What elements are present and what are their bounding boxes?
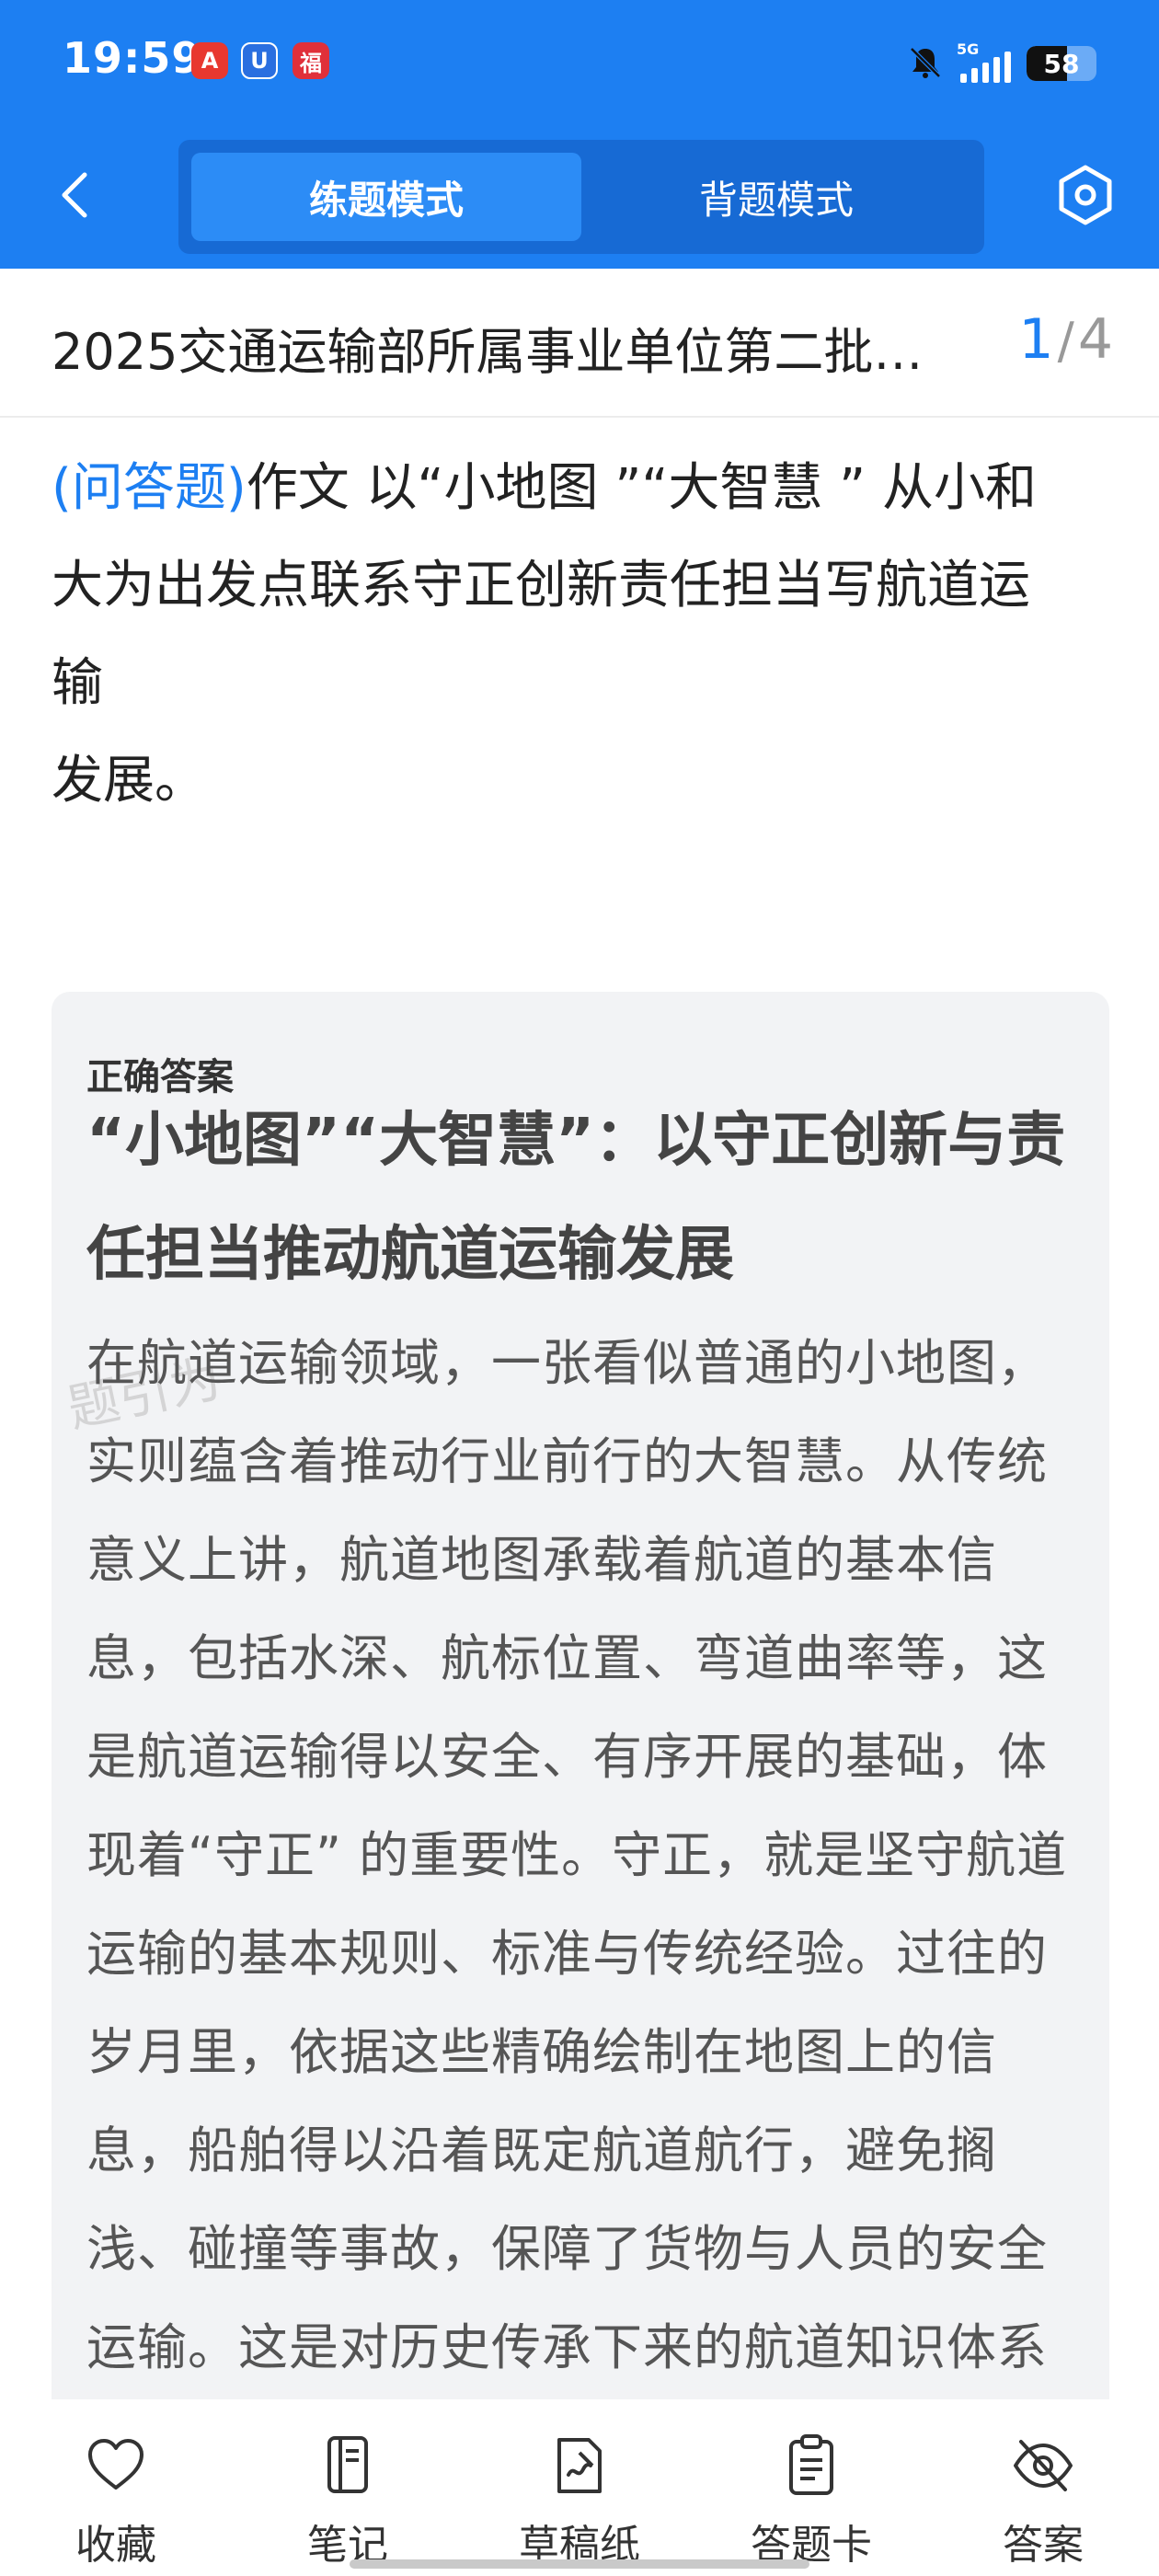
heart-icon (88, 2439, 143, 2490)
eye-off-icon (1014, 2440, 1073, 2491)
app-notification-icon: U (241, 42, 278, 79)
back-arrow-icon[interactable] (52, 166, 99, 224)
question-type-tag: (问答题) (52, 458, 247, 518)
battery-icon: 58 (1027, 46, 1096, 81)
app-notification-icon: A (191, 42, 228, 79)
draft-icon (557, 2438, 602, 2493)
notes-button[interactable]: 笔记 (232, 2409, 464, 2576)
show-answer-button[interactable]: 答案 (927, 2409, 1159, 2576)
bottom-toolbar: 收藏 笔记 草稿纸 答题卡 答案 (0, 2409, 1159, 2576)
question-line: (问答题)作文 以“小地图 ”“大智慧 ” 从小和 (52, 440, 1109, 537)
question-line: 大为出发点联系守正创新责任担当写航道运 (52, 556, 1030, 615)
answer-card: 正确答案 “小地图”“大智慧”：以守正创新与责任担当推动航道运输发展 题引为 在… (52, 992, 1109, 2399)
show-answer-label: 答案 (1003, 2522, 1084, 2569)
paper-title[interactable]: 2025交通运输部所属事业单位第二批… (52, 311, 981, 384)
paper-title-row: 2025交通运输部所属事业单位第二批… 1/4 (0, 269, 1159, 418)
battery-level: 58 (1043, 48, 1080, 79)
mode-switch: 练题模式 背题模式 (178, 140, 984, 254)
draft-paper-button[interactable]: 草稿纸 (464, 2409, 695, 2576)
clipboard-icon (789, 2434, 833, 2495)
question-text: (问答题)作文 以“小地图 ”“大智慧 ” 从小和 大为出发点联系守正创新责任担… (52, 440, 1109, 830)
tab-practice-mode[interactable]: 练题模式 (191, 153, 581, 241)
cellular-signal-icon: 5G (957, 40, 1014, 83)
bell-muted-icon (910, 47, 941, 78)
app-header: 19:59 A U 福 5G 58 练题模式 背题模式 (0, 0, 1159, 269)
tab-memorize-mode[interactable]: 背题模式 (581, 153, 971, 241)
favorite-label: 收藏 (75, 2522, 156, 2569)
home-indicator[interactable] (350, 2559, 809, 2569)
app-notification-icon: 福 (293, 42, 329, 79)
notebook-icon (327, 2436, 368, 2493)
nav-bar: 练题模式 背题模式 (0, 136, 1159, 256)
question-line-text: 作文 以“小地图 ”“大智慧 ” 从小和 (246, 458, 1037, 518)
question-line: 输 (52, 653, 103, 713)
favorite-button[interactable]: 收藏 (0, 2409, 232, 2576)
question-line: 发展。 (52, 751, 206, 811)
question-pager: 1/4 (1018, 307, 1113, 372)
answer-body: 在航道运输领域，一张看似普通的小地图，实则蕴含着推动行业前行的大智慧。从传统意义… (86, 1334, 1068, 2376)
total-question-count: 4 (1077, 307, 1113, 372)
status-bar: 19:59 A U 福 5G 58 (0, 0, 1159, 129)
answer-sheet-button[interactable]: 答题卡 (695, 2409, 927, 2576)
settings-icon[interactable] (1054, 164, 1117, 226)
answer-heading: “小地图”“大智慧”：以守正创新与责任担当推动航道运输发展 (86, 1107, 1066, 1289)
status-time: 19:59 (63, 33, 202, 83)
current-question-number: 1 (1018, 307, 1054, 372)
